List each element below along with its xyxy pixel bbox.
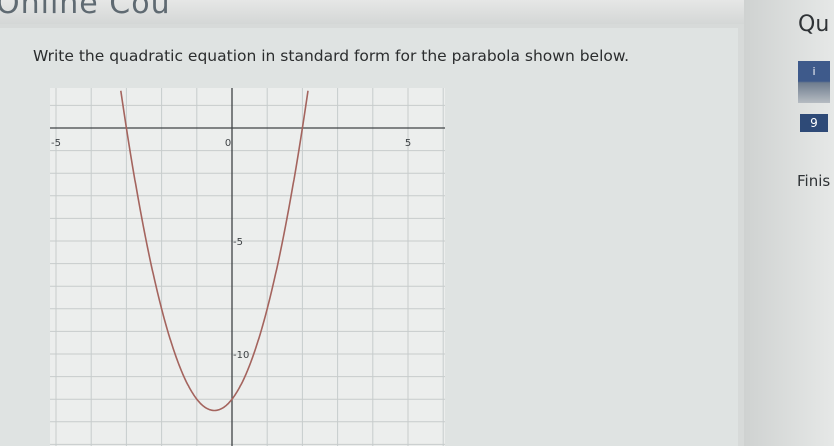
side-panel-title: Qu	[798, 12, 830, 37]
parabola-graph: -5 0 5 -5 -10	[50, 88, 445, 446]
x-tick-label: 5	[405, 138, 411, 149]
graph-background	[50, 88, 445, 446]
y-tick-label: -10	[233, 350, 249, 361]
question-nav-label: i	[812, 65, 816, 78]
question-nav-item[interactable]: i	[798, 61, 830, 103]
x-tick-label: -5	[51, 138, 61, 149]
question-number-badge[interactable]: 9	[800, 114, 828, 132]
finish-button[interactable]: Finis	[797, 172, 830, 190]
y-tick-label: -5	[233, 237, 243, 248]
x-tick-label: 0	[225, 138, 231, 149]
